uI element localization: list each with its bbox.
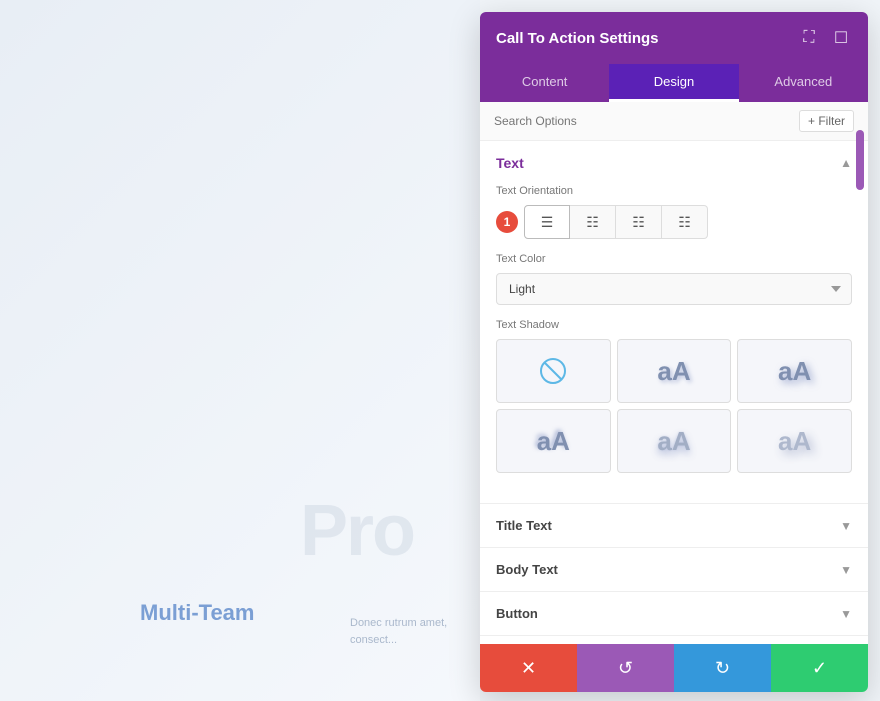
sizing-header[interactable]: Sizing ▼ [480, 636, 868, 644]
tab-bar: Content Design Advanced [480, 64, 868, 102]
shadow-inner[interactable]: aA [496, 409, 611, 473]
settings-panel: Call To Action Settings ⛶ ☐ Content Desi… [480, 12, 868, 692]
title-text-label: Title Text [496, 518, 552, 533]
text-shadow-group: Text Shadow aA aA [496, 319, 852, 473]
title-text-section: Title Text ▼ [480, 504, 868, 548]
shadow-deep[interactable]: aA [617, 409, 732, 473]
bg-large-text: Pro [300, 490, 414, 572]
text-chevron-icon: ▲ [840, 156, 852, 170]
panel-header: Call To Action Settings ⛶ ☐ [480, 12, 868, 64]
tab-content[interactable]: Content [480, 64, 609, 102]
orientation-label: Text Orientation [496, 185, 852, 197]
orientation-badge: 1 [496, 211, 518, 233]
text-section: Text ▲ Text Orientation 1 ☰ ☷ ☷ ☷ [480, 141, 868, 504]
shadow-soft[interactable]: aA [617, 339, 732, 403]
shadow-heavy[interactable]: aA [737, 409, 852, 473]
cancel-button[interactable]: ✕ [480, 644, 577, 692]
text-color-group: Text Color Light Dark [496, 253, 852, 305]
align-justify-button[interactable]: ☷ [662, 205, 708, 239]
tab-design[interactable]: Design [609, 64, 738, 102]
orientation-row: 1 ☰ ☷ ☷ ☷ [496, 205, 852, 239]
fullscreen-icon[interactable]: ⛶ [798, 27, 820, 49]
shadow-label: Text Shadow [496, 319, 852, 331]
redo-button[interactable]: ↻ [674, 644, 771, 692]
text-section-title: Text [496, 155, 524, 171]
body-text-chevron-icon: ▼ [840, 563, 852, 577]
body-text-section: Body Text ▼ [480, 548, 868, 592]
button-chevron-icon: ▼ [840, 607, 852, 621]
bottom-bar: ✕ ↺ ↻ ✓ [480, 644, 868, 692]
button-label: Button [496, 606, 538, 621]
bg-body-text: Donec rutrum amet, consect... [350, 615, 480, 648]
align-center-button[interactable]: ☷ [570, 205, 616, 239]
text-section-header[interactable]: Text ▲ [480, 141, 868, 181]
shadow-none[interactable] [496, 339, 611, 403]
reset-button[interactable]: ↺ [577, 644, 674, 692]
color-select[interactable]: Light Dark [496, 273, 852, 305]
orientation-buttons: ☰ ☷ ☷ ☷ [524, 205, 708, 239]
title-text-chevron-icon: ▼ [840, 519, 852, 533]
shadow-medium[interactable]: aA [737, 339, 852, 403]
panel-title: Call To Action Settings [496, 30, 659, 47]
tab-advanced[interactable]: Advanced [739, 64, 868, 102]
button-section: Button ▼ [480, 592, 868, 636]
text-orientation-group: Text Orientation 1 ☰ ☷ ☷ ☷ [496, 185, 852, 239]
save-button[interactable]: ✓ [771, 644, 868, 692]
color-label: Text Color [496, 253, 852, 265]
background-page: Pro Multi-Team Donec rutrum amet, consec… [0, 0, 480, 701]
expand-icon[interactable]: ☐ [830, 27, 852, 49]
text-section-content: Text Orientation 1 ☰ ☷ ☷ ☷ Text Color [480, 181, 868, 503]
search-input[interactable] [494, 114, 799, 128]
body-text-label: Body Text [496, 562, 558, 577]
align-right-button[interactable]: ☷ [616, 205, 662, 239]
align-left-button[interactable]: ☰ [524, 205, 570, 239]
shadow-grid: aA aA aA aA aA [496, 339, 852, 473]
button-header[interactable]: Button ▼ [480, 592, 868, 635]
bg-label: Multi-Team [140, 600, 254, 626]
panel-body: Text ▲ Text Orientation 1 ☰ ☷ ☷ ☷ [480, 141, 868, 644]
filter-button[interactable]: + Filter [799, 110, 854, 132]
header-icons: ⛶ ☐ [798, 27, 852, 49]
search-bar: + Filter [480, 102, 868, 141]
scroll-handle[interactable] [856, 130, 864, 190]
title-text-header[interactable]: Title Text ▼ [480, 504, 868, 547]
body-text-header[interactable]: Body Text ▼ [480, 548, 868, 591]
sizing-section: Sizing ▼ [480, 636, 868, 644]
